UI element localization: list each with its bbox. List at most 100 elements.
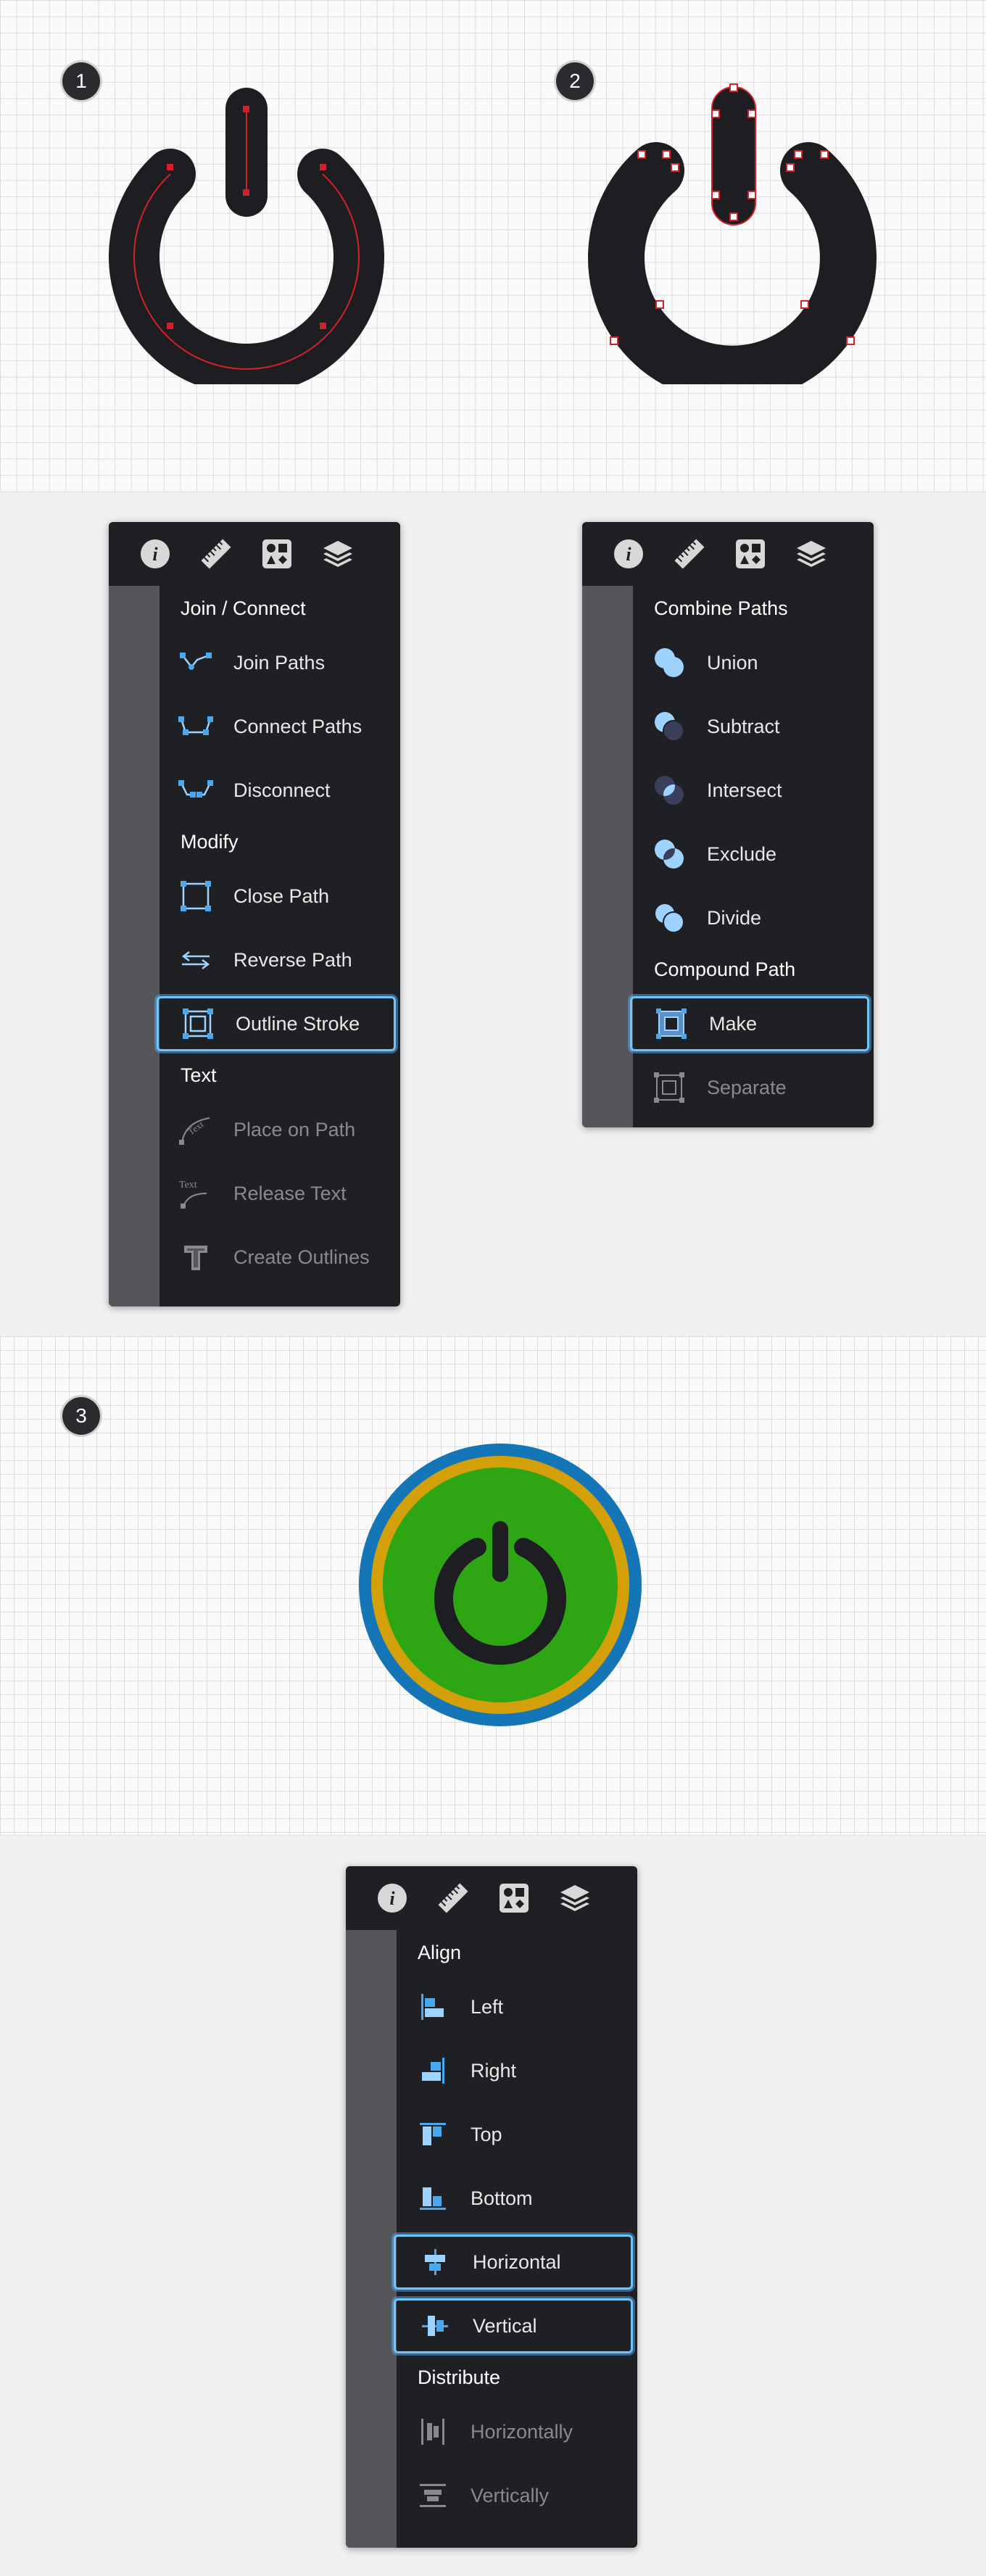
menu-item-reverse-path[interactable]: Reverse Path (157, 932, 396, 987)
shapes-icon[interactable] (257, 534, 297, 574)
menu-item-label: Outline Stroke (236, 1012, 360, 1035)
shapes-icon[interactable] (494, 1878, 534, 1918)
compound-make-icon (651, 1003, 692, 1044)
section-title: Distribute (418, 2366, 501, 2388)
menu-item-label: Place on Path (233, 1118, 356, 1140)
menu-item-label: Bottom (471, 2187, 533, 2209)
menu-item-label: Disconnect (233, 779, 331, 801)
info-icon[interactable]: i (135, 534, 175, 574)
menu-item-label: Join Paths (233, 651, 326, 674)
menu-item-left[interactable]: Left (394, 1979, 633, 2034)
shapes-icon[interactable] (730, 534, 771, 574)
menu-item-label: Make (709, 1012, 758, 1035)
step-badge-3: 3 (62, 1397, 100, 1435)
menu-item-outline-stroke[interactable]: Outline Stroke (157, 996, 396, 1051)
menu-item-vertical[interactable]: Vertical (394, 2298, 633, 2353)
menu-item-right[interactable]: Right (394, 2043, 633, 2098)
align-vertical-icon (415, 2306, 455, 2346)
menu-item-label: Right (471, 2059, 517, 2082)
distribute-horizontally-icon (413, 2411, 453, 2452)
menu-item-label: Separate (707, 1076, 787, 1098)
align-palette: i Align Left Right Top Bottom Horizontal Verti… (346, 1866, 637, 2548)
menu-item-label: Left (471, 1995, 504, 2018)
menu-item-label: Connect Paths (233, 715, 362, 737)
menu-item-release-text: Text Release Text (157, 1166, 396, 1221)
ruler-icon[interactable] (669, 534, 710, 574)
ruler-icon[interactable] (196, 534, 236, 574)
section-title: Modify (181, 831, 239, 853)
palette-sidebar (346, 1930, 397, 2548)
menu-item-separate: Separate (630, 1060, 869, 1115)
menu-item-label: Create Outlines (233, 1246, 370, 1268)
menu-item-top[interactable]: Top (394, 2107, 633, 2162)
menu-item-label: Exclude (707, 842, 777, 865)
section-title: Join / Connect (181, 597, 306, 619)
menu-item-place-on-path: Text Place on Path (157, 1102, 396, 1157)
menu-item-label: Horizontally (471, 2420, 573, 2443)
menu-item-label: Reverse Path (233, 948, 352, 971)
layers-icon[interactable] (791, 534, 832, 574)
divide-icon (649, 898, 689, 938)
menu-item-exclude[interactable]: Exclude (630, 827, 869, 882)
align-right-icon (413, 2050, 453, 2091)
menu-item-divide[interactable]: Divide (630, 890, 869, 945)
menu-item-label: Vertically (471, 2484, 550, 2506)
join-paths-icon (175, 642, 216, 683)
section-title: Combine Paths (654, 597, 788, 619)
connect-paths-icon (175, 706, 216, 747)
align-top-icon (413, 2114, 453, 2155)
exclude-icon (649, 834, 689, 874)
section-title: Align (418, 1942, 462, 1963)
power-button-final[interactable] (359, 1444, 642, 1726)
power-icon-stroked[interactable] (109, 80, 384, 384)
info-icon[interactable]: i (372, 1878, 413, 1918)
menu-item-union[interactable]: Union (630, 635, 869, 690)
distribute-vertically-icon (413, 2475, 453, 2516)
layers-icon[interactable] (555, 1878, 595, 1918)
palette-toolbar: i (109, 522, 400, 586)
intersect-icon (649, 770, 689, 811)
disconnect-icon (175, 770, 216, 811)
section-title: Text (181, 1064, 217, 1086)
ruler-icon[interactable] (433, 1878, 473, 1918)
menu-item-horizontal[interactable]: Horizontal (394, 2235, 633, 2290)
menu-item-intersect[interactable]: Intersect (630, 763, 869, 818)
align-horizontal-icon (415, 2242, 455, 2282)
menu-item-make[interactable]: Make (630, 996, 869, 1051)
path-operations-palette: i Join / Connect Join Paths Connect Paths D… (109, 522, 400, 1306)
menu-item-vertically: Vertically (394, 2468, 633, 2523)
place-on-path-icon: Text (175, 1109, 216, 1150)
svg-text:i: i (152, 544, 158, 565)
menu-item-connect-paths[interactable]: Connect Paths (157, 699, 396, 754)
artboard-bottom: 3 (0, 1336, 986, 1836)
menu-item-join-paths[interactable]: Join Paths (157, 635, 396, 690)
layers-icon[interactable] (318, 534, 358, 574)
align-bottom-icon (413, 2178, 453, 2219)
menu-item-label: Close Path (233, 885, 330, 907)
menu-item-label: Divide (707, 906, 762, 929)
info-icon[interactable]: i (608, 534, 649, 574)
menu-item-disconnect[interactable]: Disconnect (157, 763, 396, 818)
menu-item-create-outlines: Create Outlines (157, 1230, 396, 1285)
menu-item-bottom[interactable]: Bottom (394, 2171, 633, 2226)
menu-item-label: Subtract (707, 715, 780, 737)
menu-item-subtract[interactable]: Subtract (630, 699, 869, 754)
palette-sidebar (582, 586, 633, 1127)
menu-item-label: Release Text (233, 1182, 347, 1204)
reverse-path-icon (175, 940, 216, 980)
menu-item-horizontally: Horizontally (394, 2404, 633, 2459)
menu-item-close-path[interactable]: Close Path (157, 869, 396, 924)
section-title: Compound Path (654, 958, 796, 980)
union-icon (649, 642, 689, 683)
menu-item-label: Intersect (707, 779, 782, 801)
svg-text:Text: Text (179, 1180, 197, 1190)
release-text-icon: Text (175, 1173, 216, 1214)
artboard-top: 1 2 (0, 0, 986, 492)
subtract-icon (649, 706, 689, 747)
svg-text:i: i (389, 1888, 395, 1909)
power-icon-outlined[interactable] (587, 80, 877, 384)
palette-toolbar: i (346, 1866, 637, 1930)
menu-item-label: Horizontal (473, 2250, 561, 2273)
step-badge-1: 1 (62, 62, 100, 100)
palette-sidebar (109, 586, 160, 1306)
